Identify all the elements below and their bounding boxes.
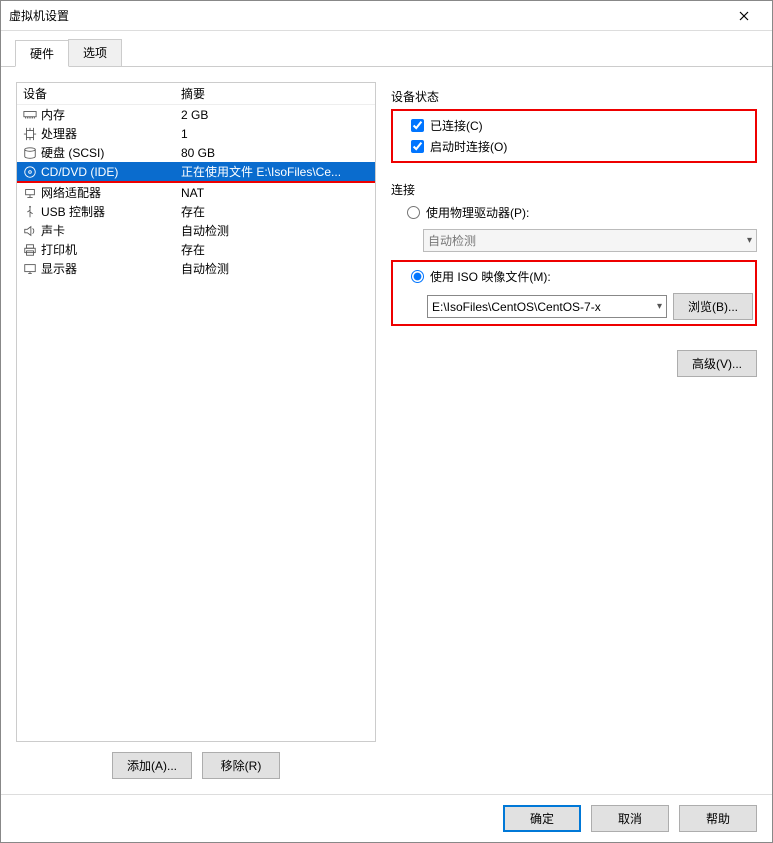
use-iso-radio-row[interactable]: 使用 ISO 映像文件(M): (395, 266, 753, 287)
device-name: 硬盘 (SCSI) (41, 144, 104, 161)
highlight-box-iso: 使用 ISO 映像文件(M): E:\IsoFiles\CentOS\CentO… (391, 260, 757, 326)
device-list: 设备 摘要 内存 2 GB 处理器 1 硬盘 (SCSI) 80 GB CD/DVD (ID… (16, 82, 376, 742)
device-name: 显示器 (41, 260, 77, 277)
device-name: 网络适配器 (41, 184, 101, 201)
device-row[interactable]: CD/DVD (IDE) 正在使用文件 E:\IsoFiles\Ce... (17, 162, 375, 181)
device-row[interactable]: 处理器 1 (17, 124, 375, 143)
usb-icon (23, 205, 37, 219)
cancel-button[interactable]: 取消 (591, 805, 669, 832)
iso-path-combo[interactable]: E:\IsoFiles\CentOS\CentOS-7-x ▾ (427, 295, 667, 318)
help-button[interactable]: 帮助 (679, 805, 757, 832)
device-summary: 1 (181, 127, 371, 141)
use-iso-radio[interactable] (411, 270, 424, 283)
close-icon (739, 11, 749, 21)
iso-path-value: E:\IsoFiles\CentOS\CentOS-7-x (432, 300, 601, 314)
device-summary: 80 GB (181, 146, 371, 160)
left-panel: 设备 摘要 内存 2 GB 处理器 1 硬盘 (SCSI) 80 GB CD/DVD (ID… (16, 82, 376, 779)
device-row[interactable]: USB 控制器 存在 (17, 202, 375, 221)
connection-group: 连接 使用物理驱动器(P): 自动检测 ▾ 使用 ISO 映像文件(M): (391, 179, 757, 334)
device-row[interactable]: 硬盘 (SCSI) 80 GB (17, 143, 375, 162)
device-summary: 2 GB (181, 108, 371, 122)
sound-icon (23, 224, 37, 238)
advanced-button[interactable]: 高级(V)... (677, 350, 757, 377)
printer-icon (23, 243, 37, 257)
device-list-header: 设备 摘要 (17, 83, 375, 105)
right-panel: 设备状态 已连接(C) 启动时连接(O) 连接 使用物理驱动器(P) (391, 82, 757, 779)
add-button[interactable]: 添加(A)... (112, 752, 192, 779)
chevron-down-icon: ▾ (657, 301, 662, 312)
browse-button[interactable]: 浏览(B)... (673, 293, 753, 320)
device-status-label: 设备状态 (391, 88, 757, 105)
use-physical-radio-row[interactable]: 使用物理驱动器(P): (391, 202, 757, 223)
col-summary: 摘要 (181, 85, 371, 102)
device-row[interactable]: 网络适配器 NAT (17, 183, 375, 202)
device-row[interactable]: 内存 2 GB (17, 105, 375, 124)
vm-settings-window: 虚拟机设置 硬件 选项 设备 摘要 内存 2 GB 处理器 1 硬盘 (SCSI) 80 … (0, 0, 773, 843)
dialog-footer: 确定 取消 帮助 (1, 794, 772, 842)
use-physical-radio[interactable] (407, 206, 420, 219)
tab-bar: 硬件 选项 (1, 31, 772, 67)
connect-at-power-checkbox[interactable] (411, 140, 424, 153)
cd-icon (23, 165, 37, 179)
device-name: USB 控制器 (41, 203, 105, 220)
ok-button[interactable]: 确定 (503, 805, 581, 832)
connect-at-power-label: 启动时连接(O) (430, 138, 507, 155)
physical-drive-value: 自动检测 (428, 232, 476, 249)
connected-checkbox-row[interactable]: 已连接(C) (395, 115, 753, 136)
device-summary: 正在使用文件 E:\IsoFiles\Ce... (181, 163, 371, 180)
connected-label: 已连接(C) (430, 117, 483, 134)
device-name: 声卡 (41, 222, 65, 239)
connect-at-power-checkbox-row[interactable]: 启动时连接(O) (395, 136, 753, 157)
connection-label: 连接 (391, 181, 757, 198)
remove-button[interactable]: 移除(R) (202, 752, 280, 779)
display-icon (23, 262, 37, 276)
device-summary: NAT (181, 186, 371, 200)
use-physical-label: 使用物理驱动器(P): (426, 204, 529, 221)
device-status-group: 设备状态 已连接(C) 启动时连接(O) (391, 86, 757, 171)
device-summary: 存在 (181, 241, 371, 258)
close-button[interactable] (724, 2, 764, 30)
device-name: 内存 (41, 106, 65, 123)
device-summary: 自动检测 (181, 260, 371, 277)
device-name: 打印机 (41, 241, 77, 258)
device-summary: 自动检测 (181, 222, 371, 239)
highlight-box-status: 已连接(C) 启动时连接(O) (391, 109, 757, 163)
cpu-icon (23, 127, 37, 141)
use-iso-label: 使用 ISO 映像文件(M): (430, 268, 551, 285)
window-title: 虚拟机设置 (9, 7, 724, 24)
advanced-button-row: 高级(V)... (391, 350, 757, 377)
device-row[interactable]: 打印机 存在 (17, 240, 375, 259)
device-row[interactable]: 声卡 自动检测 (17, 221, 375, 240)
memory-icon (23, 108, 37, 122)
chevron-down-icon: ▾ (747, 235, 752, 246)
device-name: CD/DVD (IDE) (41, 165, 118, 179)
device-row[interactable]: 显示器 自动检测 (17, 259, 375, 278)
connected-checkbox[interactable] (411, 119, 424, 132)
titlebar: 虚拟机设置 (1, 1, 772, 31)
col-device: 设备 (21, 85, 181, 102)
device-name: 处理器 (41, 125, 77, 142)
tab-hardware[interactable]: 硬件 (15, 40, 69, 67)
tab-options[interactable]: 选项 (68, 39, 122, 66)
content-area: 设备 摘要 内存 2 GB 处理器 1 硬盘 (SCSI) 80 GB CD/DVD (ID… (1, 67, 772, 794)
physical-drive-combo: 自动检测 ▾ (423, 229, 757, 252)
disk-icon (23, 146, 37, 160)
device-summary: 存在 (181, 203, 371, 220)
net-icon (23, 186, 37, 200)
device-list-buttons: 添加(A)... 移除(R) (16, 752, 376, 779)
